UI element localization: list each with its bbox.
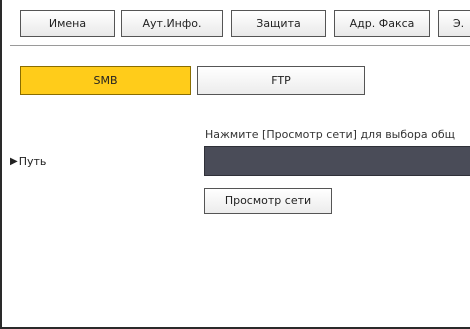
path-field[interactable] [204,146,470,176]
tab-names[interactable]: Имена [20,10,115,37]
smb-button[interactable]: SMB [20,66,191,95]
browse-hint-text: Нажмите [Просмотр сети] для выбора общ [205,128,455,141]
path-label: ▶ Путь [10,155,46,168]
tab-divider [10,45,470,46]
tab-auth-info[interactable]: Аут.Инфо. [121,10,223,37]
browse-network-button[interactable]: Просмотр сети [204,188,332,214]
address-edit-screen: Имена Аут.Инфо. Защита Адр. Факса Э. SMB… [0,0,470,329]
tab-bar: Имена Аут.Инфо. Защита Адр. Факса Э. [2,0,470,55]
ftp-button[interactable]: FTP [197,66,365,95]
triangle-right-icon: ▶ [10,156,18,167]
path-label-text: Путь [18,155,47,168]
tab-email[interactable]: Э. [438,10,470,37]
tab-fax-address[interactable]: Адр. Факса [334,10,430,37]
tab-protection[interactable]: Защита [231,10,326,37]
